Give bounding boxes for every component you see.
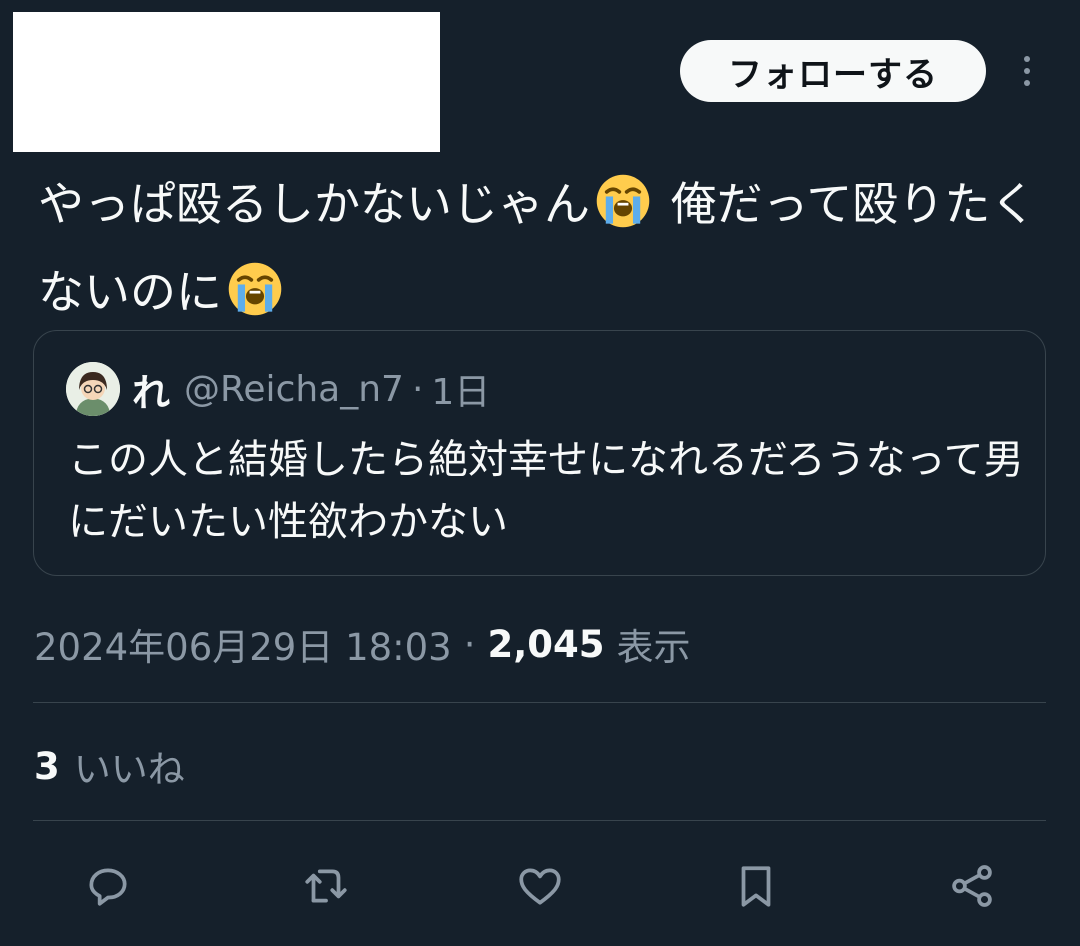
tweet-meta: 2024年06月29日 18:03 · 2,045 表示 <box>34 616 691 672</box>
quoted-handle[interactable]: @Reicha_n7 <box>184 369 404 410</box>
meta-separator: · <box>463 622 476 666</box>
share-icon[interactable] <box>944 858 1000 914</box>
quoted-display-name[interactable]: れ <box>132 362 170 417</box>
quoted-tweet-text: この人と結婚したら絶対幸せになれるだろうなって男にだいたい性欲わかない <box>68 437 1024 545</box>
quoted-tweet[interactable]: れ @Reicha_n7 · 1日 この人と結婚したら絶対幸せになれるだろうなっ… <box>33 330 1046 576</box>
action-bar <box>0 850 1080 920</box>
quoted-time[interactable]: 1日 <box>431 363 490 415</box>
tweet-detail: フォローする やっぱ殴るしかないじゃん 俺だって殴りたくないのに れ @Reic… <box>0 0 1080 946</box>
follow-button[interactable]: フォローする <box>680 40 986 102</box>
tweet-body: やっぱ殴るしかないじゃん 俺だって殴りたくないのに <box>38 160 1058 336</box>
likes-label: いいね <box>73 748 185 791</box>
timestamp[interactable]: 2024年06月29日 18:03 <box>34 617 452 671</box>
likes-stat[interactable]: 3 いいね <box>34 738 185 794</box>
loudly-crying-face-emoji <box>596 174 650 228</box>
avatar[interactable] <box>66 362 120 416</box>
divider <box>33 820 1046 821</box>
likes-count: 3 <box>34 744 60 788</box>
views-count[interactable]: 2,045 <box>487 623 604 666</box>
reply-icon[interactable] <box>80 858 136 914</box>
quoted-separator: · <box>411 368 424 410</box>
tweet-text-part1: やっぱ殴るしかないじゃん <box>38 177 590 231</box>
retweet-icon[interactable] <box>298 858 354 914</box>
like-icon[interactable] <box>512 858 568 914</box>
more-vertical-icon[interactable] <box>1010 50 1044 92</box>
views-label: 表示 <box>616 626 691 669</box>
quoted-tweet-header: れ @Reicha_n7 · 1日 <box>66 361 490 417</box>
redacted-author-block <box>13 12 440 152</box>
loudly-crying-face-emoji <box>228 262 282 316</box>
bookmark-icon[interactable] <box>728 858 784 914</box>
divider <box>33 702 1046 703</box>
